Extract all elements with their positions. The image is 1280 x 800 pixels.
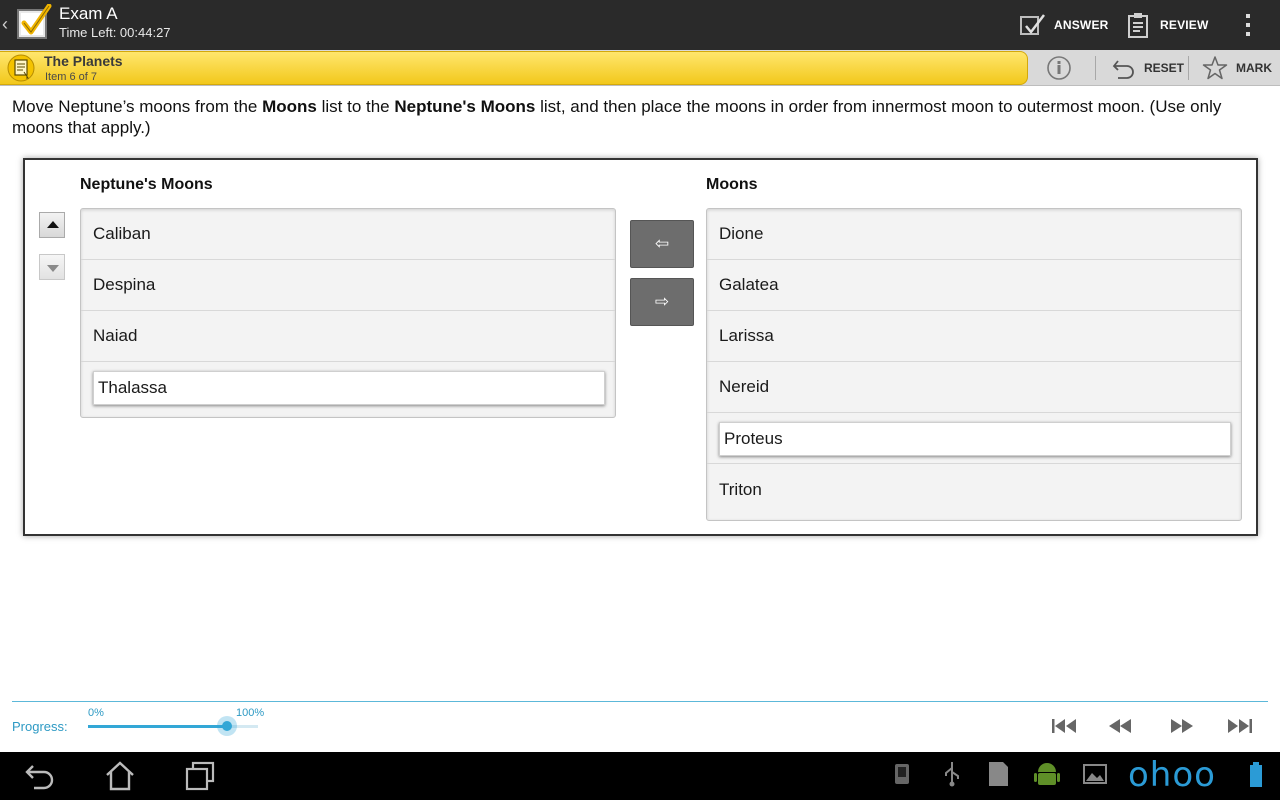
- target-item-label: Thalassa: [98, 378, 167, 397]
- item-bar-highlight: [0, 51, 1028, 85]
- reset-button[interactable]: RESET: [1112, 56, 1184, 80]
- move-down-button[interactable]: [39, 254, 65, 280]
- target-item[interactable]: Naiad: [81, 311, 615, 362]
- mark-label: MARK: [1236, 61, 1272, 75]
- item-title: The Planets: [44, 53, 123, 69]
- progress-fill: [88, 725, 228, 728]
- moons-list[interactable]: Dione Galatea Larissa Nereid Proteus Triton: [706, 208, 1242, 521]
- reset-undo-icon: [1112, 60, 1134, 79]
- source-item-label: Triton: [719, 479, 762, 499]
- recent-apps-icon[interactable]: [184, 760, 216, 792]
- question-part: Move Neptune’s moons from the: [12, 97, 263, 116]
- item-document-icon: [7, 54, 35, 82]
- action-bar: ‹ Exam A Time Left: 00:44:27 ANSWER REVI…: [0, 0, 1280, 50]
- move-left-button[interactable]: ⇦: [630, 220, 694, 268]
- source-list-label: Moons: [706, 176, 758, 193]
- arrow-right-icon: ⇨: [654, 292, 670, 311]
- last-item-icon[interactable]: [1226, 716, 1254, 736]
- question-bold: Neptune's Moons: [394, 97, 536, 116]
- target-list-label: Neptune's Moons: [80, 176, 213, 193]
- divider: [1188, 56, 1189, 80]
- answer-icon: [1020, 14, 1045, 35]
- footer-divider: [12, 701, 1268, 702]
- source-item[interactable]: Proteus: [707, 413, 1241, 464]
- source-item[interactable]: Nereid: [707, 362, 1241, 413]
- brand-logo: ohoo: [1128, 755, 1216, 795]
- progress-slider[interactable]: [88, 716, 258, 736]
- item-counter: Item 6 of 7: [45, 71, 97, 83]
- checkbox-app-icon[interactable]: [16, 4, 52, 42]
- progress-thumb[interactable]: [217, 716, 238, 736]
- gallery-icon: [1083, 764, 1107, 784]
- neptune-moons-list[interactable]: Caliban Despina Naiad Thalassa: [80, 208, 616, 418]
- answer-button[interactable]: ANSWER: [1018, 0, 1109, 50]
- progress-max-label: 100%: [236, 707, 265, 719]
- target-item-label: Despina: [93, 275, 156, 294]
- source-item-label: Nereid: [719, 377, 770, 396]
- device-notification-icon: [895, 764, 909, 784]
- sd-card-icon: [989, 762, 1008, 786]
- source-item-label: Larissa: [719, 326, 774, 345]
- move-up-button[interactable]: [39, 212, 65, 238]
- source-item-label: Galatea: [719, 275, 779, 294]
- source-item-label: Dione: [719, 224, 764, 243]
- exam-title: Exam A: [59, 4, 118, 23]
- overflow-menu-icon[interactable]: [1238, 12, 1258, 38]
- back-chevron-icon[interactable]: ‹: [2, 14, 8, 35]
- target-item[interactable]: Despina: [81, 260, 615, 311]
- source-item[interactable]: Dione: [707, 209, 1241, 260]
- next-item-icon[interactable]: [1168, 716, 1196, 736]
- question-bold: Moons: [262, 97, 317, 116]
- selected-item-chip[interactable]: Thalassa: [93, 371, 605, 405]
- battery-icon: [1250, 762, 1262, 787]
- question-text: Move Neptune’s moons from the Moons list…: [12, 96, 1262, 138]
- target-item-label: Caliban: [93, 224, 151, 243]
- target-item[interactable]: Thalassa: [81, 362, 615, 413]
- review-button[interactable]: REVIEW: [1124, 0, 1209, 50]
- selected-item-chip[interactable]: Proteus: [719, 422, 1231, 456]
- reset-label: RESET: [1144, 61, 1185, 75]
- item-bar: [0, 50, 1280, 86]
- first-item-icon[interactable]: [1050, 716, 1078, 736]
- progress-min-label: 0%: [88, 707, 104, 719]
- question-part: list to the: [316, 97, 395, 116]
- android-icon: [1034, 763, 1060, 785]
- arrow-left-icon: ⇦: [654, 234, 670, 253]
- info-icon[interactable]: [1046, 55, 1072, 81]
- usb-icon: [945, 762, 959, 787]
- move-right-button[interactable]: ⇨: [630, 278, 694, 326]
- answer-label: ANSWER: [1054, 18, 1109, 32]
- source-item[interactable]: Larissa: [707, 311, 1241, 362]
- star-icon: [1202, 56, 1228, 80]
- back-icon[interactable]: [24, 760, 56, 792]
- review-clipboard-icon: [1128, 13, 1148, 38]
- timer-text: Time Left: 00:44:27: [59, 25, 171, 40]
- title-block: Exam A Time Left: 00:44:27: [59, 4, 171, 42]
- previous-item-icon[interactable]: [1106, 716, 1134, 736]
- home-icon[interactable]: [104, 760, 136, 792]
- progress-label: Progress:: [12, 719, 68, 734]
- review-label: REVIEW: [1160, 18, 1209, 32]
- source-item-label: Proteus: [724, 429, 783, 448]
- mark-button[interactable]: MARK: [1202, 54, 1272, 82]
- target-item[interactable]: Caliban: [81, 209, 615, 260]
- source-item[interactable]: Triton: [707, 464, 1241, 515]
- divider: [1095, 56, 1096, 80]
- target-item-label: Naiad: [93, 326, 138, 345]
- source-item[interactable]: Galatea: [707, 260, 1241, 311]
